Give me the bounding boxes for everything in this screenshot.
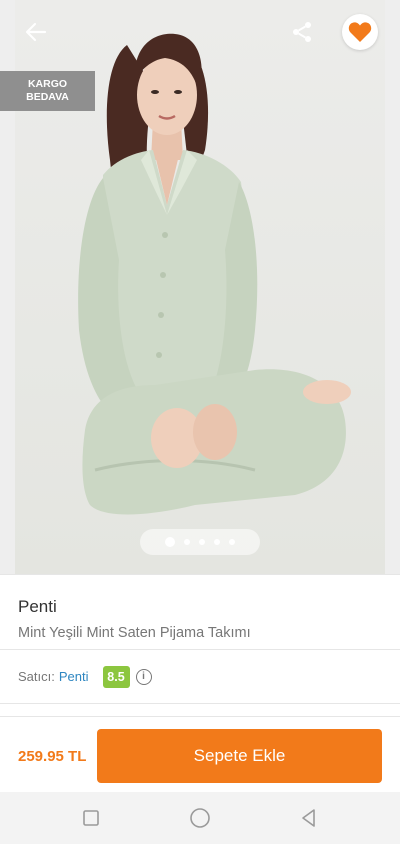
back-button[interactable]	[18, 14, 54, 50]
seller-label: Satıcı:	[18, 669, 55, 684]
info-icon[interactable]: i	[135, 668, 152, 685]
recents-button[interactable]	[79, 806, 103, 830]
pagination-dot-active[interactable]	[165, 537, 175, 547]
gallery-pagination	[140, 529, 260, 555]
free-shipping-line1: KARGO	[27, 78, 68, 90]
seller-link[interactable]: Penti	[59, 669, 89, 684]
system-back-button[interactable]	[297, 806, 321, 830]
price: 259.95 TL	[18, 748, 87, 765]
free-shipping-line2: BEDAVA	[26, 91, 69, 103]
purchase-bar: 259.95 TL Sepete Ekle	[0, 716, 400, 792]
seller-row: Satıcı: Penti 8.5 i	[0, 650, 400, 704]
free-shipping-badge: KARGO BEDAVA	[0, 71, 95, 111]
pagination-dot[interactable]	[214, 539, 220, 545]
circle-icon	[190, 808, 210, 828]
share-icon	[293, 22, 311, 42]
square-icon	[83, 810, 99, 826]
product-title: Mint Yeşili Mint Saten Pijama Takımı	[18, 625, 251, 641]
product-image-gallery[interactable]: KARGO BEDAVA	[0, 0, 400, 574]
heart-icon	[348, 22, 372, 42]
system-nav-bar	[0, 792, 400, 844]
pagination-dot[interactable]	[184, 539, 190, 545]
share-button[interactable]	[284, 14, 320, 50]
seller-score-badge: 8.5	[102, 665, 130, 688]
pagination-dot[interactable]	[199, 539, 205, 545]
product-info: Penti Mint Yeşili Mint Saten Pijama Takı…	[0, 574, 400, 650]
triangle-back-icon	[302, 809, 315, 827]
favorite-button[interactable]	[342, 14, 378, 50]
arrow-left-icon	[25, 22, 47, 42]
pagination-dot[interactable]	[229, 539, 235, 545]
add-to-cart-button[interactable]: Sepete Ekle	[97, 729, 382, 783]
home-button[interactable]	[188, 806, 212, 830]
brand-name[interactable]: Penti	[18, 597, 57, 617]
